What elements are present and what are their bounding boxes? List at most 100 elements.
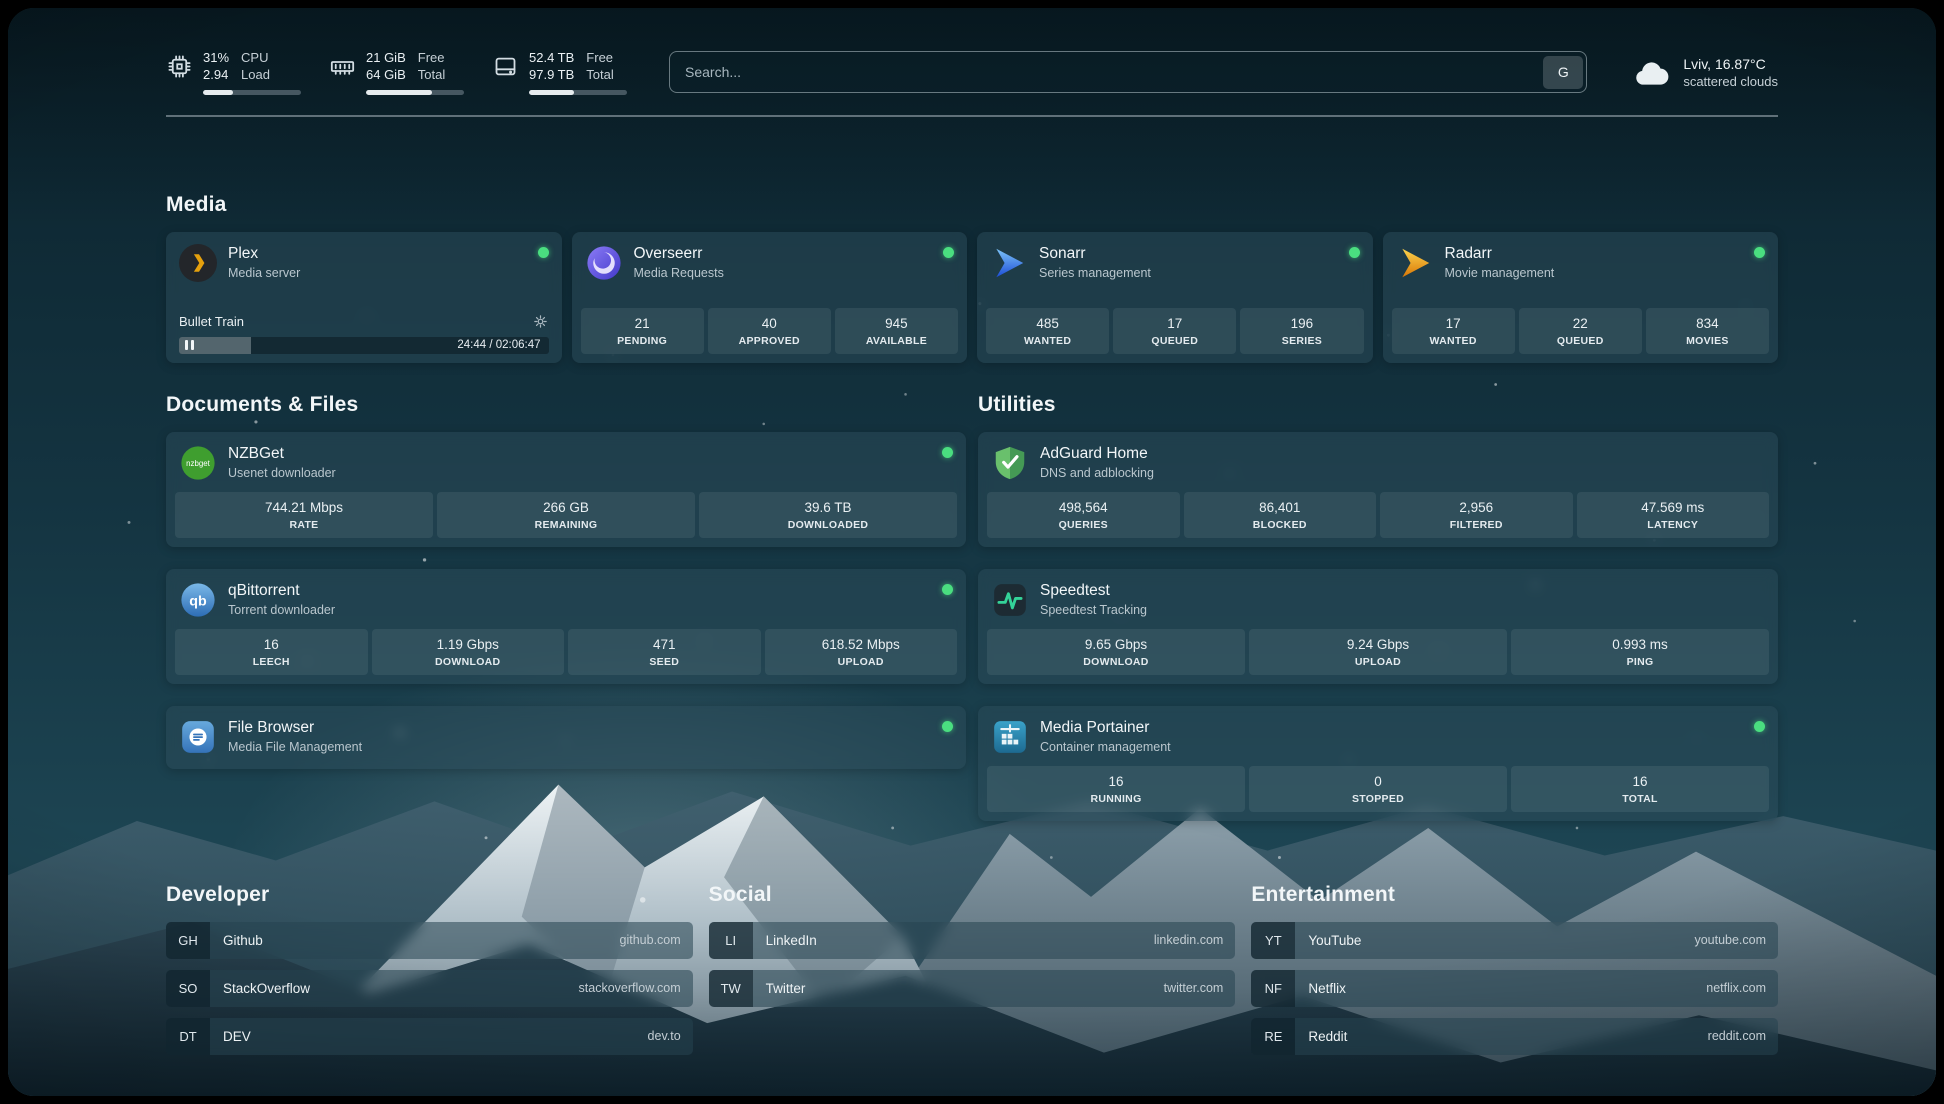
stat-value: 945 <box>839 316 954 331</box>
bookmark-dev[interactable]: DT DEV dev.to <box>166 1018 693 1055</box>
service-subtitle: Container management <box>1040 740 1171 754</box>
service-name: Overseerr <box>634 245 724 263</box>
service-card-speedtest[interactable]: Speedtest Speedtest Tracking 9.65 Gbps D… <box>978 569 1778 684</box>
stat-block: 266 GB REMAINING <box>437 492 695 538</box>
search-input[interactable] <box>673 64 1543 80</box>
service-name: Speedtest <box>1040 582 1147 600</box>
service-card-adguard[interactable]: AdGuard Home DNS and adblocking 498,564 … <box>978 432 1778 547</box>
plex-now-playing: Bullet Train 24:44 / 02:06:4 <box>175 313 553 354</box>
stat-label: APPROVED <box>712 335 827 347</box>
stat-value: 266 GB <box>441 500 691 515</box>
service-subtitle: DNS and adblocking <box>1040 466 1154 480</box>
bookmark-youtube[interactable]: YT YouTube youtube.com <box>1251 922 1778 959</box>
service-name: Radarr <box>1445 245 1555 263</box>
cpu-usage-bar <box>203 90 301 95</box>
service-subtitle: Media Requests <box>634 266 724 280</box>
bookmark-netflix[interactable]: NF Netflix netflix.com <box>1251 970 1778 1007</box>
stat-block: 1.19 Gbps DOWNLOAD <box>372 629 565 675</box>
memory-label-bottom: Total <box>418 67 445 84</box>
speedtest-icon <box>991 581 1029 619</box>
bookmark-group-entertainment: Entertainment YT YouTube youtube.com NF … <box>1251 883 1778 1066</box>
stat-block: 0 STOPPED <box>1249 766 1507 812</box>
stat-block: 618.52 Mbps UPLOAD <box>765 629 958 675</box>
stat-label: DOWNLOAD <box>991 656 1241 668</box>
playback-progress-bar[interactable]: 24:44 / 02:06:47 <box>179 337 549 354</box>
stat-value: 16 <box>1515 774 1765 789</box>
status-dot <box>1349 247 1360 258</box>
gear-icon[interactable] <box>532 313 549 330</box>
disk-usage-fill <box>529 90 574 95</box>
memory-icon <box>329 53 356 80</box>
service-name: File Browser <box>228 719 362 737</box>
filebrowser-icon <box>179 718 217 756</box>
bookmark-abbr: DT <box>166 1018 210 1055</box>
stat-block: 0.993 ms PING <box>1511 629 1769 675</box>
stat-value: 86,401 <box>1188 500 1373 515</box>
service-card-overseerr[interactable]: Overseerr Media Requests 21 PENDING 40 A… <box>572 232 968 363</box>
service-name: NZBGet <box>228 445 336 463</box>
service-card-portainer[interactable]: Media Portainer Container management 16 … <box>978 706 1778 821</box>
stat-value: 485 <box>990 316 1105 331</box>
topbar-divider <box>166 115 1778 117</box>
service-name: AdGuard Home <box>1040 445 1154 463</box>
service-card-nzbget[interactable]: nzbget NZBGet Usenet downloader 74 <box>166 432 966 547</box>
memory-label-top: Free <box>418 50 445 67</box>
cpu-icon <box>166 53 193 80</box>
stat-block: 471 SEED <box>568 629 761 675</box>
stat-block: 16 LEECH <box>175 629 368 675</box>
cpu-widget: 31% 2.94 CPU Load <box>166 50 301 95</box>
weather-condition: scattered clouds <box>1683 74 1778 89</box>
disk-label-top: Free <box>586 50 613 67</box>
section-heading-documents: Documents & Files <box>166 393 966 417</box>
search-provider-button[interactable]: G <box>1543 56 1583 89</box>
stat-label: PING <box>1515 656 1765 668</box>
stat-block: 22 QUEUED <box>1519 308 1642 354</box>
section-heading-media: Media <box>166 193 1778 217</box>
memory-usage-bar <box>366 90 464 95</box>
stat-label: WANTED <box>990 335 1105 347</box>
memory-widget: 21 GiB 64 GiB Free Total <box>329 50 464 95</box>
plex-icon <box>179 244 217 282</box>
service-card-radarr[interactable]: Radarr Movie management 17 WANTED 22 QUE… <box>1383 232 1779 363</box>
stat-block: 834 MOVIES <box>1646 308 1769 354</box>
status-dot <box>943 247 954 258</box>
bookmark-reddit[interactable]: RE Reddit reddit.com <box>1251 1018 1778 1055</box>
bookmark-name: LinkedIn <box>766 933 817 948</box>
service-card-sonarr[interactable]: Sonarr Series management 485 WANTED 17 Q… <box>977 232 1373 363</box>
stat-label: AVAILABLE <box>839 335 954 347</box>
stat-value: 21 <box>585 316 700 331</box>
stat-block: 498,564 QUERIES <box>987 492 1180 538</box>
stat-block: 47.569 ms LATENCY <box>1577 492 1770 538</box>
stat-value: 0 <box>1253 774 1503 789</box>
service-card-qbittorrent[interactable]: qb qBittorrent Torrent downloader <box>166 569 966 684</box>
stat-value: 16 <box>991 774 1241 789</box>
bookmark-domain: twitter.com <box>1164 981 1224 995</box>
service-name: Media Portainer <box>1040 719 1171 737</box>
stat-block: 21 PENDING <box>581 308 704 354</box>
bookmark-group-social: Social LI LinkedIn linkedin.com TW Twitt… <box>709 883 1236 1066</box>
bookmark-heading-entertainment: Entertainment <box>1251 883 1778 907</box>
pause-icon[interactable] <box>185 340 194 350</box>
disk-usage-bar <box>529 90 627 95</box>
stat-label: REMAINING <box>441 519 691 531</box>
bookmark-linkedin[interactable]: LI LinkedIn linkedin.com <box>709 922 1236 959</box>
service-card-filebrowser[interactable]: File Browser Media File Management <box>166 706 966 769</box>
bookmark-twitter[interactable]: TW Twitter twitter.com <box>709 970 1236 1007</box>
bookmark-abbr: SO <box>166 970 210 1007</box>
stat-value: 1.19 Gbps <box>376 637 561 652</box>
service-card-plex[interactable]: Plex Media server Bullet Train <box>166 232 562 363</box>
section-utilities: Utilities <box>978 393 1778 821</box>
bookmark-stackoverflow[interactable]: SO StackOverflow stackoverflow.com <box>166 970 693 1007</box>
bookmark-github[interactable]: GH Github github.com <box>166 922 693 959</box>
stat-value: 471 <box>572 637 757 652</box>
stat-block: 86,401 BLOCKED <box>1184 492 1377 538</box>
service-subtitle: Speedtest Tracking <box>1040 603 1147 617</box>
stat-value: 40 <box>712 316 827 331</box>
weather-location: Lviv, 16.87°C <box>1683 56 1778 72</box>
memory-total: 64 GiB <box>366 67 406 84</box>
top-bar: 31% 2.94 CPU Load <box>166 50 1778 95</box>
bookmark-name: Github <box>223 933 263 948</box>
stat-block: 196 SERIES <box>1240 308 1363 354</box>
stat-block: 2,956 FILTERED <box>1380 492 1573 538</box>
service-name: qBittorrent <box>228 582 335 600</box>
